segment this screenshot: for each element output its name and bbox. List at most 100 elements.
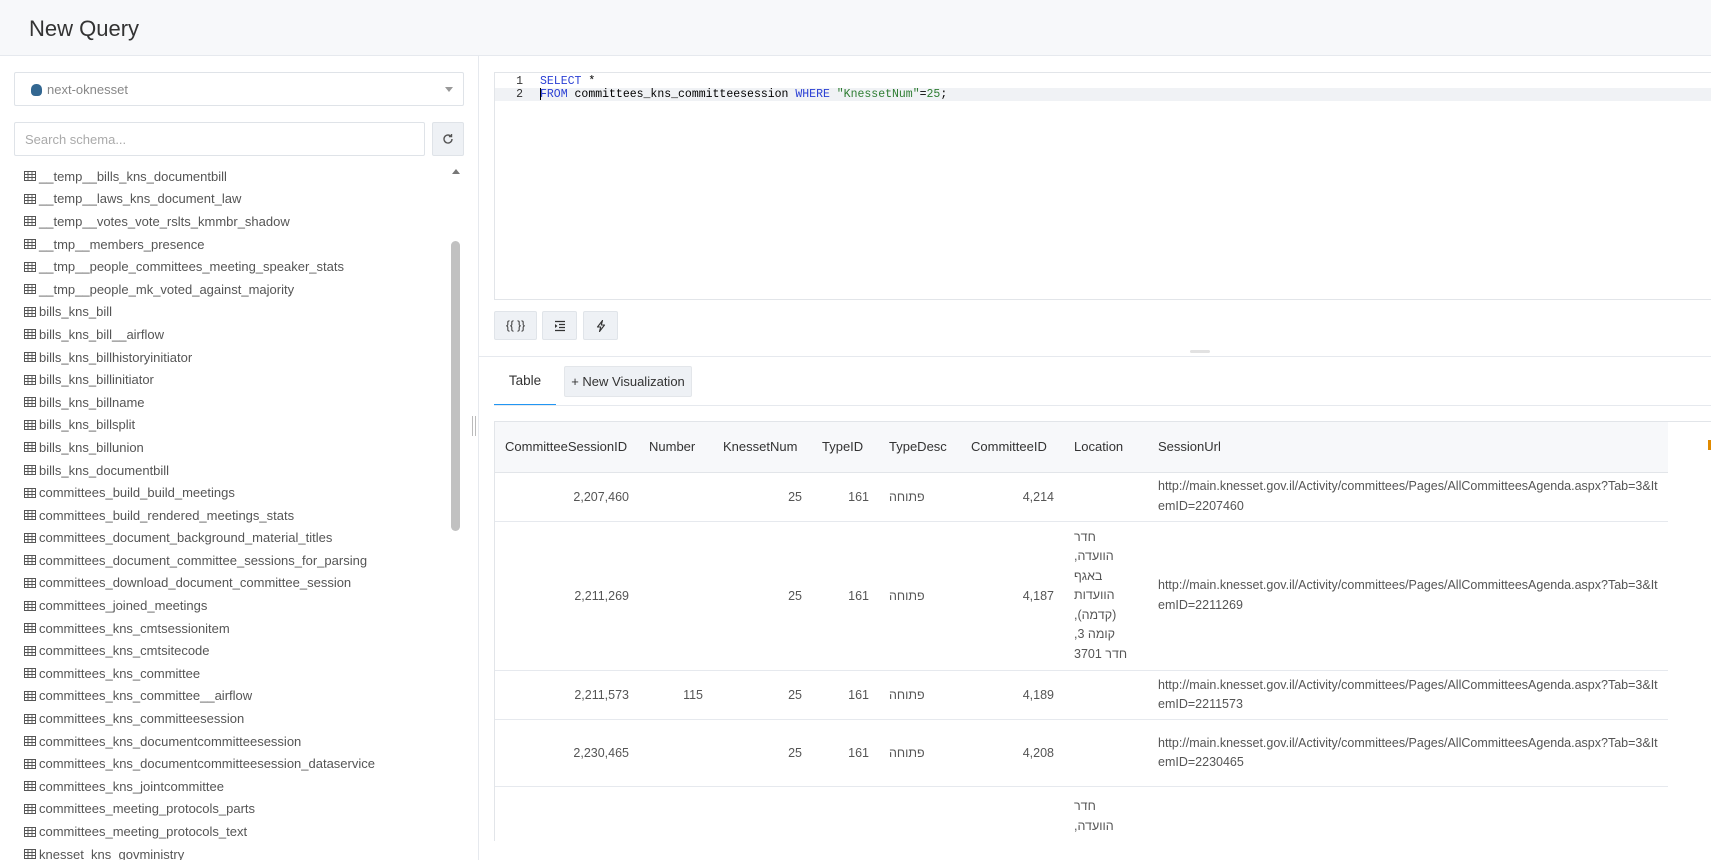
schema-table-item[interactable]: bills_kns_billname <box>0 391 450 414</box>
table-icon <box>24 487 36 498</box>
column-header[interactable]: KnessetNum <box>713 422 812 473</box>
scrollbar-thumb[interactable] <box>451 241 460 531</box>
column-header[interactable]: CommitteeSessionID <box>495 422 639 473</box>
schema-table-item[interactable]: bills_kns_bill__airflow <box>0 323 450 346</box>
schema-table-item[interactable]: bills_kns_billhistoryinitiator <box>0 346 450 369</box>
table-cell-knesset: 25 <box>713 670 812 720</box>
column-header[interactable]: CommitteeID <box>961 422 1064 473</box>
table-icon <box>24 532 36 543</box>
schema-table-item[interactable]: committees_meeting_protocols_parts <box>0 798 450 821</box>
sql-operator: = <box>919 88 927 102</box>
sql-keyword: SELECT <box>540 75 582 88</box>
schema-table-name: committees_joined_meetings <box>39 598 208 614</box>
column-header[interactable]: TypeID <box>812 422 879 473</box>
indent-button[interactable] <box>542 311 577 340</box>
editor-line[interactable]: 1 SELECT * <box>495 75 1711 88</box>
schema-table-item[interactable]: committees_kns_committee__airflow <box>0 685 450 708</box>
table-cell-committee-id <box>961 786 1064 841</box>
panel-resize-handle[interactable] <box>472 416 476 436</box>
page-header: New Query <box>0 0 1711 56</box>
table-cell-location: חדר הוועדה, <box>1064 786 1148 841</box>
chevron-down-icon <box>445 87 453 92</box>
schema-table-item[interactable]: committees_kns_committee <box>0 662 450 685</box>
session-url-text: http://main.knesset.gov.il/Activity/comm… <box>1158 578 1658 612</box>
table-cell-type-id: 161 <box>812 719 879 787</box>
column-header[interactable]: SessionUrl <box>1148 422 1668 473</box>
schema-table-item[interactable]: bills_kns_billsplit <box>0 414 450 437</box>
schema-table-name: committees_build_build_meetings <box>39 485 235 501</box>
schema-table-item[interactable]: __temp__laws_kns_document_law <box>0 188 450 211</box>
schema-table-item[interactable]: committees_kns_documentcommitteesession <box>0 730 450 753</box>
table-cell-type-id: 161 <box>812 670 879 720</box>
schema-table-item[interactable]: __tmp__people_mk_voted_against_majority <box>0 278 450 301</box>
schema-table-item[interactable]: committees_kns_committeesession <box>0 707 450 730</box>
schema-table-item[interactable]: __tmp__people_committees_meeting_speaker… <box>0 255 450 278</box>
table-cell-knesset: 25 <box>713 472 812 522</box>
table-row: 2,211,573 115 25 161 פתוחה 4,189 http://main.k… <box>495 670 1668 720</box>
schema-table-item[interactable]: bills_kns_documentbill <box>0 459 450 482</box>
editor-line-active[interactable]: 2 FROM committees_kns_committeesession W… <box>495 88 1711 101</box>
table-icon <box>24 758 36 769</box>
schema-table-item[interactable]: bills_kns_billunion <box>0 436 450 459</box>
table-icon <box>24 803 36 814</box>
column-header[interactable]: Location <box>1064 422 1148 473</box>
schema-table-name: committees_kns_documentcommitteesession <box>39 733 302 749</box>
table-icon <box>24 374 36 385</box>
datasource-select[interactable]: next-oknesset <box>14 72 464 106</box>
table-cell-url <box>1148 786 1668 841</box>
schema-table-item[interactable]: committees_kns_documentcommitteesession_… <box>0 752 450 775</box>
schema-table-item[interactable]: committees_document_committee_sessions_f… <box>0 549 450 572</box>
schema-table-name: __tmp__members_presence <box>39 236 205 252</box>
tab-table[interactable]: Table <box>494 366 556 406</box>
table-cell-location <box>1064 719 1148 787</box>
refresh-schema-button[interactable] <box>432 122 464 156</box>
schema-table-item[interactable]: bills_kns_bill <box>0 301 450 324</box>
table-cell-location <box>1064 670 1148 720</box>
table-icon <box>24 193 36 204</box>
column-header[interactable]: Number <box>639 422 713 473</box>
table-cell-id: 2,230,465 <box>495 719 639 787</box>
session-url-text: http://main.knesset.gov.il/Activity/comm… <box>1158 677 1658 712</box>
sql-space <box>830 88 837 101</box>
format-query-button[interactable]: {{ }} <box>494 311 537 340</box>
schema-table-name: committees_meeting_protocols_text <box>39 824 248 840</box>
table-icon <box>24 419 36 430</box>
refresh-icon <box>443 134 453 144</box>
schema-table-item[interactable]: __temp__votes_vote_rslts_kmmbr_shadow <box>0 210 450 233</box>
table-cell-number: 115 <box>639 670 713 720</box>
schema-table-item[interactable]: committees_kns_jointcommittee <box>0 775 450 798</box>
scroll-up-icon[interactable] <box>452 169 460 174</box>
schema-table-item[interactable]: committees_joined_meetings <box>0 594 450 617</box>
column-header[interactable]: TypeDesc <box>879 422 961 473</box>
schema-table-item[interactable]: committees_kns_cmtsitecode <box>0 639 450 662</box>
table-icon <box>24 306 36 317</box>
table-row: חדר הוועדה, <box>495 786 1668 841</box>
schema-table-item[interactable]: knesset_kns_govministry <box>0 843 450 860</box>
schema-table-name: bills_kns_billinitiator <box>39 372 154 388</box>
schema-table-name: committees_kns_cmtsessionitem <box>39 620 230 636</box>
new-visualization-button[interactable]: + New Visualization <box>564 366 692 397</box>
schema-table-name: committees_kns_jointcommittee <box>39 778 224 794</box>
schema-table-item[interactable]: committees_download_document_committee_s… <box>0 572 450 595</box>
schema-table-item[interactable]: committees_meeting_protocols_text <box>0 820 450 843</box>
query-editor[interactable]: 1 SELECT * 2 FROM committees_kns_committ… <box>494 72 1711 300</box>
table-cell-location: חדר הוועדה, באגף הוועדות (קדמה), קומה 3,… <box>1064 521 1148 671</box>
sql-terminator: ; <box>940 88 948 102</box>
table-icon <box>24 713 36 724</box>
execute-button[interactable] <box>583 311 618 340</box>
schema-table-item[interactable]: committees_kns_cmtsessionitem <box>0 617 450 640</box>
table-icon <box>24 510 36 521</box>
schema-table-item[interactable]: __tmp__members_presence <box>0 233 450 256</box>
schema-table-item[interactable]: __temp__bills_kns_documentbill <box>0 165 450 188</box>
schema-table-item[interactable]: committees_build_build_meetings <box>0 481 450 504</box>
schema-table-item[interactable]: committees_document_background_material_… <box>0 527 450 550</box>
schema-scrollbar[interactable] <box>450 165 462 860</box>
schema-table-item[interactable]: bills_kns_billinitiator <box>0 368 450 391</box>
sql-table-name: committees_kns_committeesession <box>567 88 796 102</box>
table-icon <box>24 171 36 182</box>
schema-table-item[interactable]: committees_build_rendered_meetings_stats <box>0 504 450 527</box>
editor-resize-handle[interactable] <box>1190 350 1210 353</box>
table-icon <box>24 329 36 340</box>
table-cell-type-id: 161 <box>812 521 879 671</box>
schema-search-input[interactable] <box>14 122 425 156</box>
